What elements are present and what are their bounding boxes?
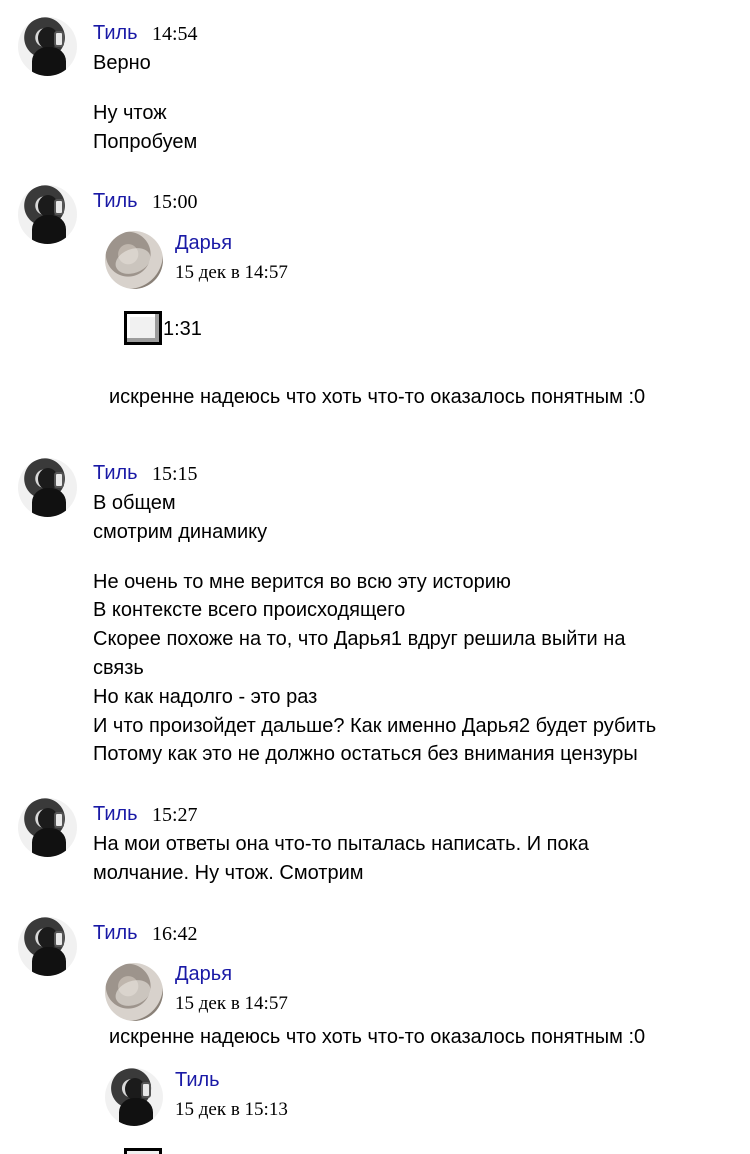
forwarded-text: искренне надеюсь что хоть что-то оказало… (109, 386, 646, 408)
message-line: Потому как это не должно остаться без вн… (93, 743, 638, 765)
message-line: Скорее похоже на то, что Дарья1 вдруг ре… (93, 628, 626, 650)
message-line: Попробуем (93, 131, 198, 153)
message-line: Ну чтож (93, 102, 167, 124)
audio-duration: 1:31 (163, 318, 202, 340)
message-line: связь (93, 657, 144, 679)
avatar[interactable] (18, 458, 77, 517)
message-line: В контексте всего происходящего (93, 599, 406, 621)
forwarded-avatar[interactable] (105, 963, 163, 1021)
forwarded-date[interactable]: 15 дек в 14:57 (175, 993, 288, 1015)
message-time[interactable]: 15:27 (152, 804, 198, 827)
avatar[interactable] (18, 917, 77, 976)
message-time[interactable]: 16:42 (152, 923, 198, 946)
avatar[interactable] (18, 185, 77, 244)
message-time[interactable]: 15:00 (152, 191, 198, 214)
author-name[interactable]: Тиль (93, 22, 138, 45)
forwarded-text: искренне надеюсь что хоть что-то оказало… (109, 1026, 646, 1048)
author-name[interactable]: Тиль (93, 462, 138, 485)
forwarded-author[interactable]: Дарья (175, 232, 232, 255)
message-line: смотрим динамику (93, 521, 268, 543)
message-line: Но как надолго - это раз (93, 686, 318, 708)
forwarded-date[interactable]: 15 дек в 15:13 (175, 1099, 288, 1121)
audio-play-button[interactable] (124, 311, 162, 345)
message-line: Верно (93, 52, 151, 74)
message-time[interactable]: 14:54 (152, 23, 198, 46)
forwarded-avatar[interactable] (105, 1068, 163, 1126)
forwarded-author[interactable]: Тиль (175, 1069, 220, 1092)
message-line: В общем (93, 492, 176, 514)
message-time[interactable]: 15:15 (152, 463, 198, 486)
message-line: И что произойдет дальше? Как именно Дарь… (93, 715, 657, 737)
author-name[interactable]: Тиль (93, 922, 138, 945)
avatar[interactable] (18, 798, 77, 857)
author-name[interactable]: Тиль (93, 190, 138, 213)
avatar[interactable] (18, 17, 77, 76)
forwarded-avatar[interactable] (105, 231, 163, 289)
audio-play-button[interactable] (124, 1148, 162, 1154)
author-name[interactable]: Тиль (93, 803, 138, 826)
message-line: Не очень то мне верится во всю эту истор… (93, 571, 511, 593)
forwarded-author[interactable]: Дарья (175, 963, 232, 986)
forwarded-date[interactable]: 15 дек в 14:57 (175, 262, 288, 284)
message-line: молчание. Ну чтож. Смотрим (93, 862, 364, 884)
message-line: На мои ответы она что-то пыталась написа… (93, 833, 589, 855)
